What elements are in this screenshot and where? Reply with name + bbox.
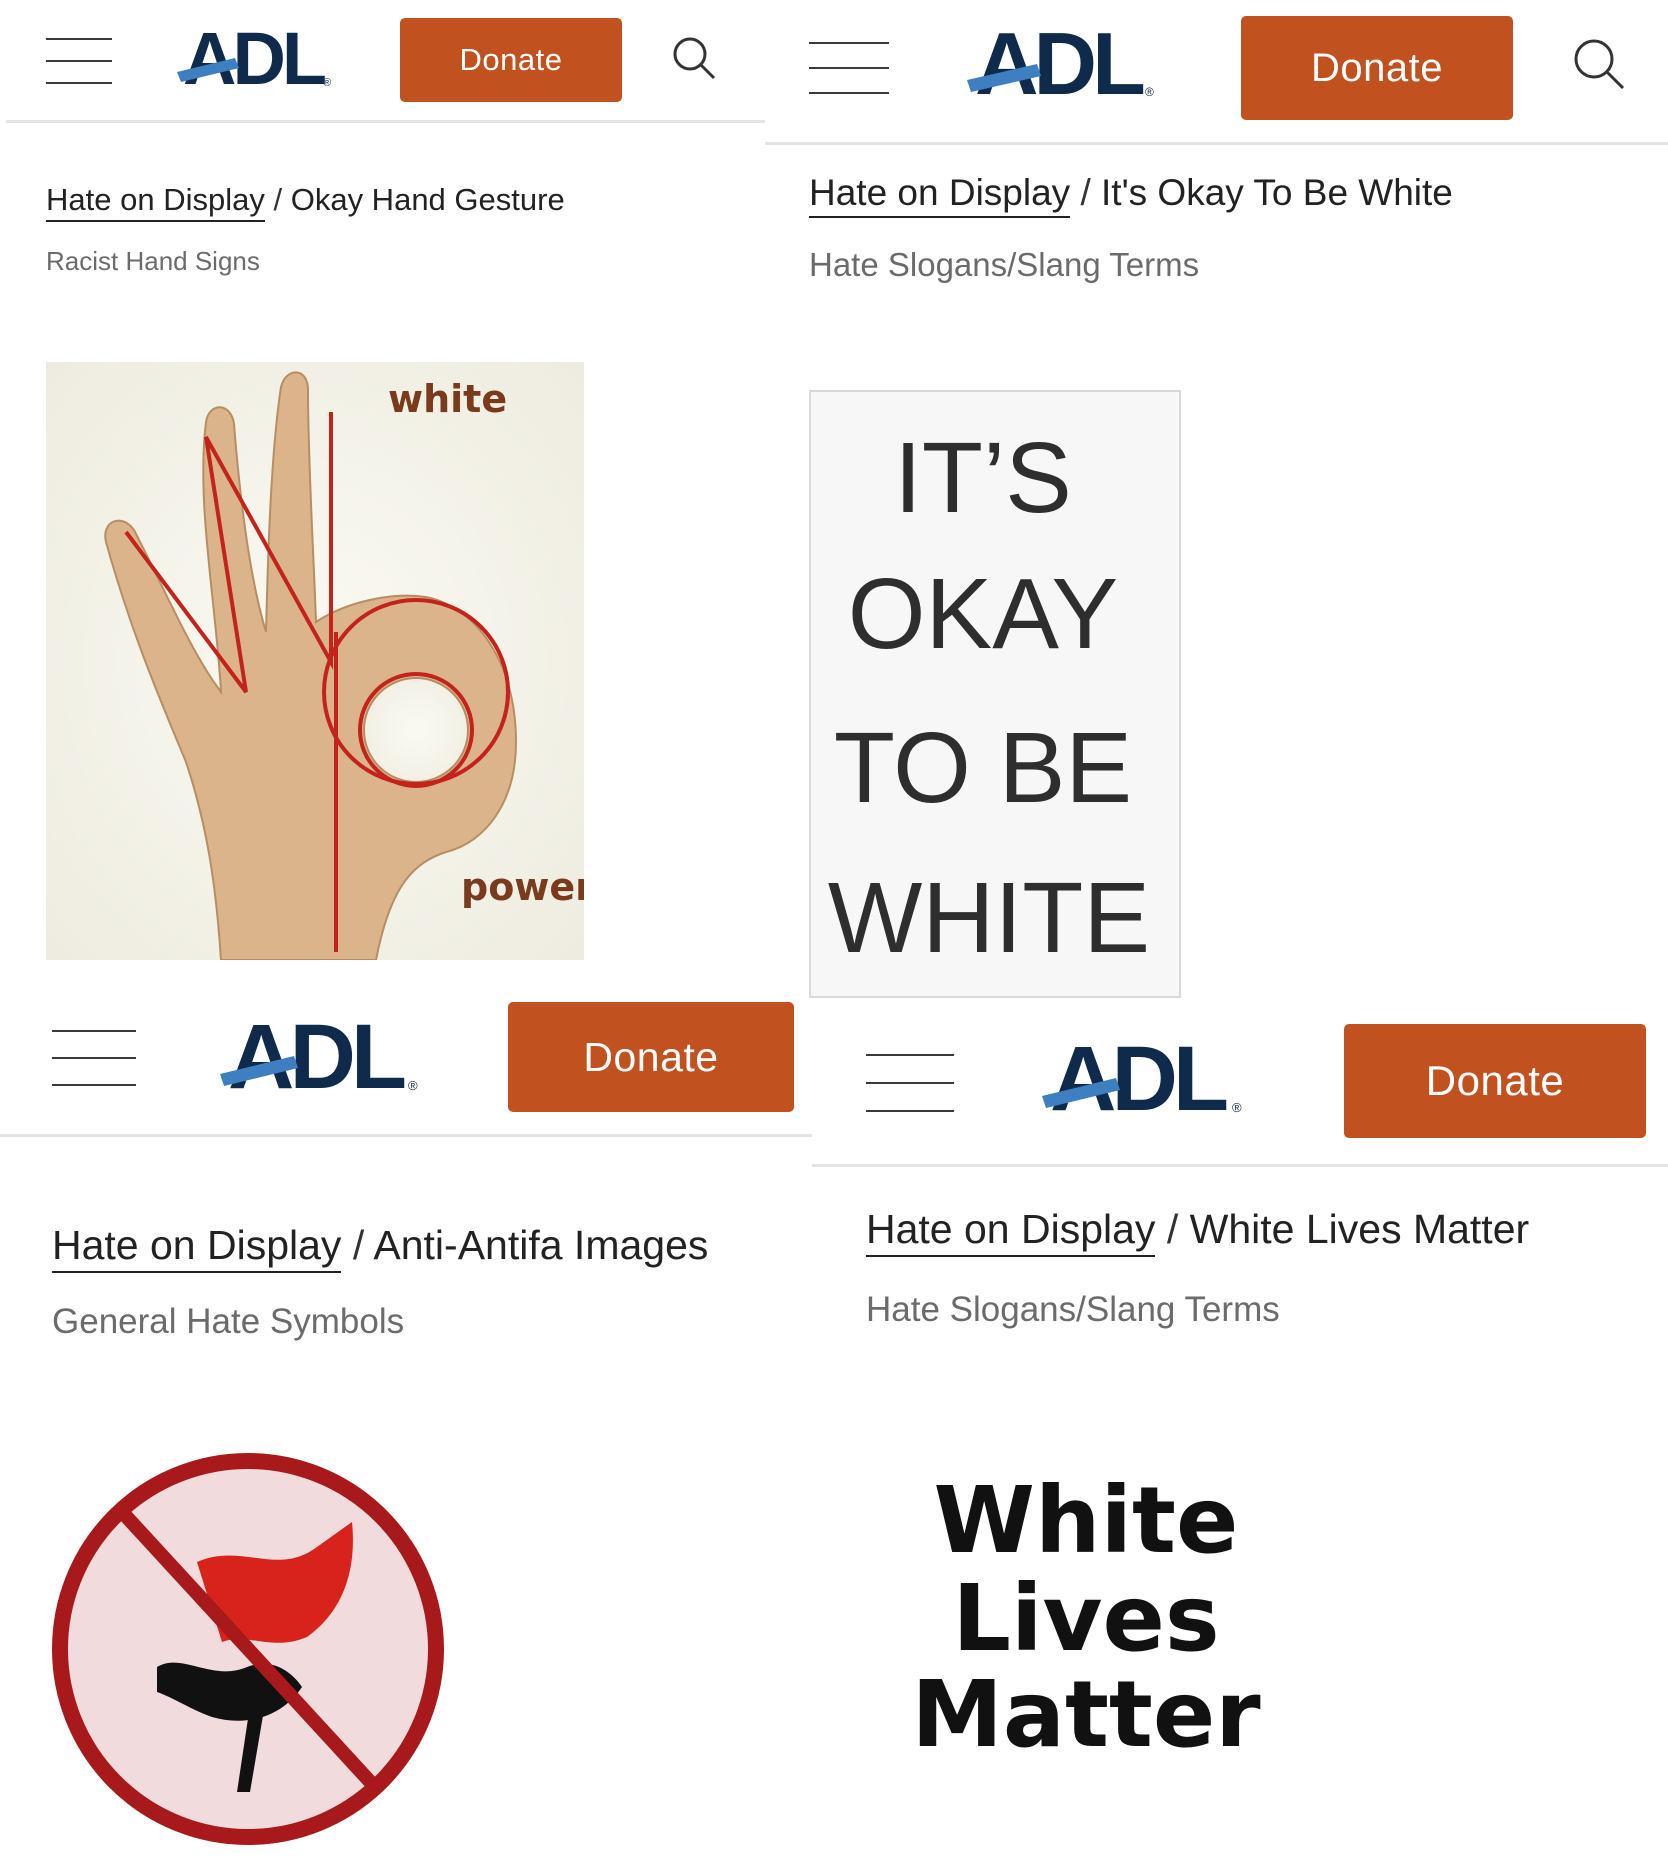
logo-text: ADL (1050, 1034, 1227, 1120)
breadcrumb-hate-on-display-link[interactable]: Hate on Display (866, 1206, 1156, 1257)
image-label-white: white (388, 377, 507, 421)
donate-button[interactable]: Donate (508, 1002, 794, 1112)
donate-button[interactable]: Donate (1241, 16, 1513, 120)
breadcrumb-current-page: White Lives Matter (1189, 1206, 1530, 1252)
logo-text: ADL (975, 22, 1144, 104)
breadcrumb: Hate on Display / Okay Hand Gesture (46, 182, 565, 222)
svg-text:TO BE: TO BE (834, 712, 1132, 824)
page-white-lives-matter: ADL ® Donate Hate on Display / White Liv… (812, 1000, 1668, 1872)
logo-text: ADL (183, 22, 325, 94)
breadcrumb-separator: / (352, 1222, 365, 1268)
svg-text:®: ® (408, 1078, 418, 1093)
svg-text:White: White (934, 1467, 1239, 1574)
breadcrumb-current-page: Okay Hand Gesture (290, 182, 565, 217)
category-label: Hate Slogans/Slang Terms (866, 1290, 1280, 1329)
breadcrumb-separator: / (1080, 172, 1091, 213)
hamburger-menu-icon[interactable] (809, 42, 889, 94)
adl-logo[interactable]: ADL ® (965, 22, 1165, 104)
category-label: Racist Hand Signs (46, 246, 260, 276)
breadcrumb: Hate on Display / Anti-Antifa Images (52, 1222, 709, 1273)
svg-text:WHITE: WHITE (828, 862, 1150, 974)
svg-text:Lives: Lives (952, 1565, 1219, 1672)
okay-hand-image: white power (46, 362, 584, 960)
breadcrumb: Hate on Display / It's Okay To Be White (809, 172, 1453, 218)
hamburger-menu-icon[interactable] (52, 1030, 136, 1086)
page-anti-antifa-images: ADL ® Donate Hate on Display / Anti-Anti… (0, 1000, 812, 1872)
search-icon[interactable] (1571, 36, 1627, 92)
svg-text:®: ® (1232, 1100, 1242, 1115)
header-divider (6, 120, 765, 123)
breadcrumb-hate-on-display-link[interactable]: Hate on Display (46, 182, 265, 222)
crossed-out-antifa-flag-image (52, 1453, 444, 1845)
svg-text:®: ® (1145, 85, 1154, 99)
category-label: General Hate Symbols (52, 1302, 405, 1341)
donate-button[interactable]: Donate (1344, 1024, 1646, 1138)
breadcrumb-hate-on-display-link[interactable]: Hate on Display (52, 1222, 342, 1273)
breadcrumb-separator: / (1166, 1206, 1179, 1252)
adl-logo[interactable]: ADL ® (1040, 1034, 1252, 1120)
logo-text: ADL (228, 1012, 405, 1098)
breadcrumb-separator: / (273, 182, 283, 217)
header-divider (0, 1134, 812, 1137)
breadcrumb-hate-on-display-link[interactable]: Hate on Display (809, 172, 1071, 218)
header-divider (812, 1164, 1668, 1167)
category-label: Hate Slogans/Slang Terms (809, 246, 1200, 283)
its-okay-to-be-white-image: IT’S OKAY TO BE WHITE (809, 390, 1181, 998)
svg-text:IT’S: IT’S (894, 422, 1072, 534)
search-icon[interactable] (670, 34, 718, 82)
page-its-okay-to-be-white: ADL ® Donate Hate on Display / It's Okay… (765, 0, 1668, 1000)
white-lives-matter-image: White Lives Matter (911, 1467, 1261, 1762)
adl-logo[interactable]: ADL ® (175, 22, 345, 94)
donate-button[interactable]: Donate (400, 18, 622, 102)
hamburger-menu-icon[interactable] (866, 1054, 954, 1112)
svg-text:Matter: Matter (911, 1661, 1261, 1762)
breadcrumb-current-page: It's Okay To Be White (1101, 172, 1453, 213)
svg-text:®: ® (323, 77, 331, 89)
page-okay-hand-gesture: ADL ® Donate Hate on Display / Okay Hand… (0, 0, 765, 1000)
hamburger-menu-icon[interactable] (46, 38, 112, 84)
image-label-power: power (461, 865, 584, 909)
header-divider (765, 142, 1668, 145)
breadcrumb-current-page: Anti-Antifa Images (373, 1222, 709, 1268)
svg-text:OKAY: OKAY (848, 558, 1118, 670)
breadcrumb: Hate on Display / White Lives Matter (866, 1206, 1530, 1257)
adl-logo[interactable]: ADL ® (218, 1012, 428, 1098)
